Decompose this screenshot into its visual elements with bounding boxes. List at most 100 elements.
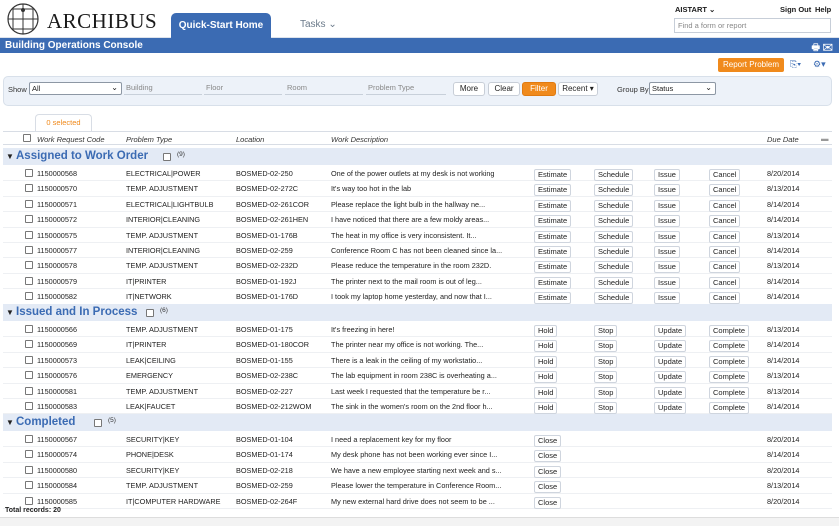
estimate-button[interactable]: Estimate <box>534 184 572 197</box>
table-row[interactable]: 1150000576 EMERGENCY BOSMED-02-238C The lab… <box>3 368 832 384</box>
room-field[interactable]: Room <box>285 82 363 95</box>
cancel-button[interactable]: Cancel <box>709 246 741 258</box>
schedule-button[interactable]: Schedule <box>594 199 634 212</box>
column-due-date[interactable]: Due Date <box>767 135 799 144</box>
row-checkbox[interactable] <box>25 325 33 333</box>
update-button[interactable]: Update <box>654 355 687 368</box>
issue-button[interactable]: Issue <box>654 169 680 181</box>
collapse-triangle-icon[interactable]: ▼ <box>6 308 14 317</box>
stop-button[interactable]: Stop <box>594 355 618 368</box>
row-checkbox[interactable] <box>25 435 33 443</box>
row-checkbox[interactable] <box>25 230 33 239</box>
help-link[interactable]: Help <box>815 5 831 14</box>
row-checkbox[interactable] <box>25 199 33 208</box>
table-row[interactable]: 1150000577 INTERIOR|CLEANING BOSMED-02-259… <box>3 243 832 259</box>
row-checkbox[interactable] <box>25 371 33 380</box>
estimate-button[interactable]: Estimate <box>534 215 572 228</box>
floor-field[interactable]: Floor <box>204 82 282 95</box>
group-header[interactable]: ▼ Assigned to Work Order (9) <box>3 148 832 165</box>
row-checkbox[interactable] <box>25 402 33 410</box>
issue-button[interactable]: Issue <box>654 230 680 243</box>
show-select[interactable]: All ⌄ <box>29 82 122 95</box>
row-checkbox[interactable] <box>25 169 33 177</box>
issue-button[interactable]: Issue <box>654 261 680 274</box>
schedule-button[interactable]: Schedule <box>594 169 634 181</box>
complete-button[interactable]: Complete <box>709 402 750 414</box>
row-checkbox[interactable] <box>25 261 33 270</box>
column-menu-icon[interactable]: ▬ <box>821 134 829 143</box>
tab-quick-start-home[interactable]: Quick-Start Home <box>171 13 271 38</box>
update-button[interactable]: Update <box>654 325 687 337</box>
table-row[interactable]: 1150000571 ELECTRICAL|LIGHTBULB BOSMED-02-… <box>3 197 832 213</box>
cancel-button[interactable]: Cancel <box>709 184 741 197</box>
table-row[interactable]: 1150000583 LEAK|FAUCET BOSMED-02-212WOM The… <box>3 399 832 415</box>
cancel-button[interactable]: Cancel <box>709 261 741 274</box>
filter-button[interactable]: Filter <box>522 82 556 96</box>
stop-button[interactable]: Stop <box>594 402 618 414</box>
schedule-button[interactable]: Schedule <box>594 276 634 289</box>
close-button[interactable]: Close <box>534 481 562 494</box>
row-checkbox[interactable] <box>25 340 33 349</box>
row-checkbox[interactable] <box>25 386 33 395</box>
report-problem-button[interactable]: Report Problem <box>718 58 784 72</box>
cancel-button[interactable]: Cancel <box>709 199 741 212</box>
schedule-button[interactable]: Schedule <box>594 292 634 305</box>
table-row[interactable]: 1150000570 TEMP. ADJUSTMENT BOSMED-02-272C… <box>3 181 832 197</box>
close-button[interactable]: Close <box>534 496 562 509</box>
stop-button[interactable]: Stop <box>594 340 618 353</box>
horizontal-scrollbar[interactable] <box>0 517 839 526</box>
row-checkbox[interactable] <box>25 276 33 285</box>
update-button[interactable]: Update <box>654 340 687 353</box>
group-select-checkbox[interactable] <box>146 309 154 317</box>
schedule-button[interactable]: Schedule <box>594 184 634 197</box>
table-row[interactable]: 1150000566 TEMP. ADJUSTMENT BOSMED-01-175 I… <box>3 322 832 338</box>
cancel-button[interactable]: Cancel <box>709 215 741 228</box>
update-button[interactable]: Update <box>654 371 687 384</box>
tab-tasks[interactable]: Tasks ⌄ <box>300 19 337 30</box>
row-checkbox[interactable] <box>25 465 33 474</box>
table-row[interactable]: 1150000578 TEMP. ADJUSTMENT BOSMED-02-232D… <box>3 258 832 274</box>
table-row[interactable]: 1150000574 PHONE|DESK BOSMED-01-174 My desk… <box>3 447 832 463</box>
cancel-button[interactable]: Cancel <box>709 230 741 243</box>
schedule-button[interactable]: Schedule <box>594 230 634 243</box>
row-checkbox[interactable] <box>25 481 33 490</box>
table-row[interactable]: 1150000584 TEMP. ADJUSTMENT BOSMED-02-259 P… <box>3 478 832 494</box>
recent-button[interactable]: Recent ▾ <box>558 82 598 96</box>
issue-button[interactable]: Issue <box>654 199 680 212</box>
table-row[interactable]: 1150000579 IT|PRINTER BOSMED-01-192J The pr… <box>3 274 832 290</box>
schedule-button[interactable]: Schedule <box>594 215 634 228</box>
close-button[interactable]: Close <box>534 435 562 447</box>
column-problem-type[interactable]: Problem Type <box>126 135 172 144</box>
complete-button[interactable]: Complete <box>709 371 750 384</box>
row-checkbox[interactable] <box>25 496 33 505</box>
row-checkbox[interactable] <box>25 292 33 301</box>
update-button[interactable]: Update <box>654 402 687 414</box>
settings-icon[interactable]: ⚙▾ <box>813 59 826 70</box>
stop-button[interactable]: Stop <box>594 371 618 384</box>
selected-count-tab[interactable]: 0 selected <box>35 114 92 131</box>
issue-button[interactable]: Issue <box>654 184 680 197</box>
hold-button[interactable]: Hold <box>534 355 558 368</box>
select-all-checkbox[interactable] <box>23 134 31 142</box>
estimate-button[interactable]: Estimate <box>534 246 572 258</box>
row-checkbox[interactable] <box>25 215 33 224</box>
estimate-button[interactable]: Estimate <box>534 199 572 212</box>
complete-button[interactable]: Complete <box>709 386 750 399</box>
table-row[interactable]: 1150000585 IT|COMPUTER HARDWARE BOSMED-02-… <box>3 494 832 509</box>
table-row[interactable]: 1150000581 TEMP. ADJUSTMENT BOSMED-02-227 L… <box>3 384 832 399</box>
row-checkbox[interactable] <box>25 355 33 364</box>
table-row[interactable]: 1150000580 SECURITY|KEY BOSMED-02-218 We ha… <box>3 463 832 479</box>
complete-button[interactable]: Complete <box>709 355 750 368</box>
estimate-button[interactable]: Estimate <box>534 276 572 289</box>
hold-button[interactable]: Hold <box>534 386 558 399</box>
issue-button[interactable]: Issue <box>654 215 680 228</box>
export-icon[interactable]: ⎘▾ <box>790 59 801 70</box>
cancel-button[interactable]: Cancel <box>709 169 741 181</box>
cancel-button[interactable]: Cancel <box>709 276 741 289</box>
issue-button[interactable]: Issue <box>654 292 680 305</box>
print-icon[interactable]: 🖶 <box>811 42 820 52</box>
row-checkbox[interactable] <box>25 450 33 459</box>
table-row[interactable]: 1150000568 ELECTRICAL|POWER BOSMED-02-250 O… <box>3 166 832 182</box>
group-select-checkbox[interactable] <box>94 419 102 427</box>
column-work-request-code[interactable]: Work Request Code <box>37 135 105 144</box>
